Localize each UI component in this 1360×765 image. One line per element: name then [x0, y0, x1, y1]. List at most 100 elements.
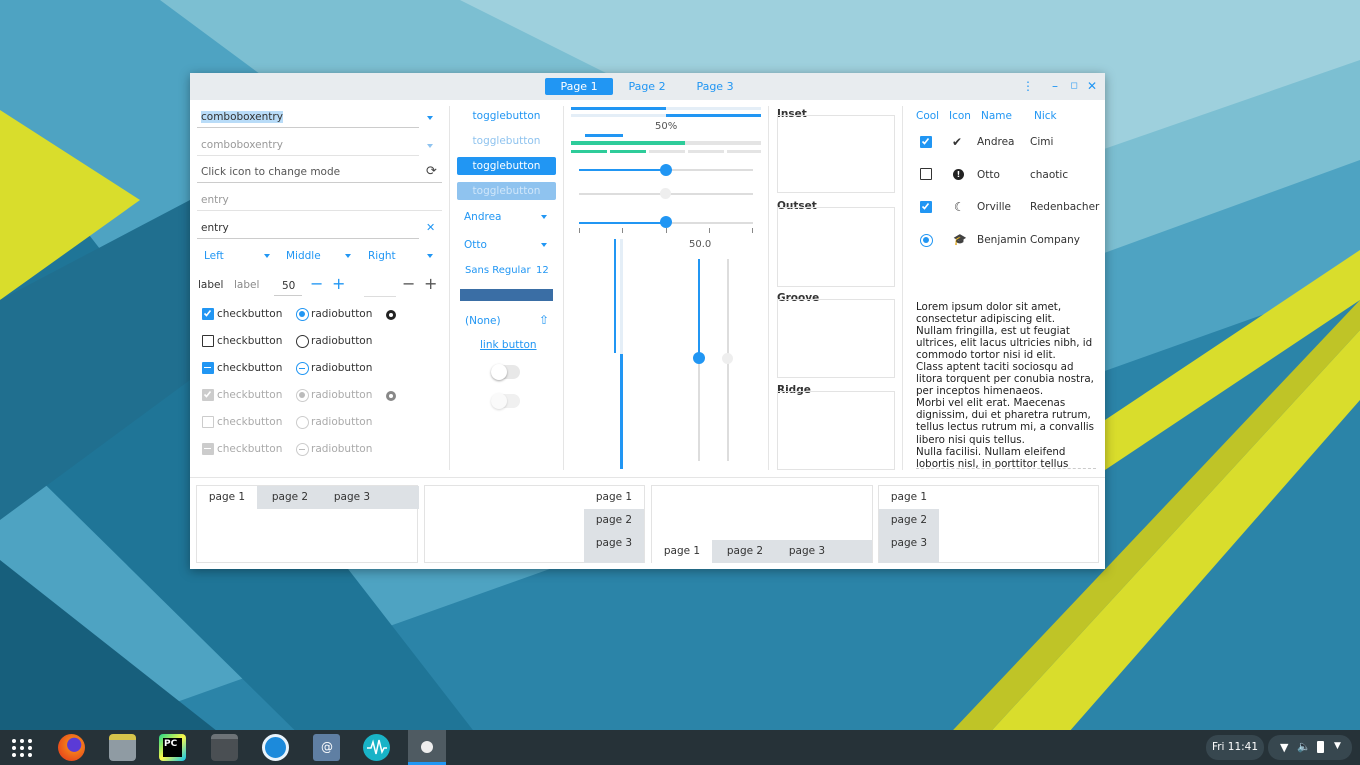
spin-value[interactable]: 50 [274, 276, 302, 296]
entry-placeholder[interactable]: entry [197, 189, 442, 211]
font-button-size[interactable]: 12 [536, 265, 549, 276]
minus-icon[interactable]: − [402, 274, 415, 293]
close-icon[interactable]: ✕ [1084, 78, 1100, 94]
plus-icon[interactable]: + [424, 274, 437, 293]
notebook-tab-page-2[interactable]: page 2 [260, 486, 320, 509]
switch-off[interactable] [491, 364, 520, 380]
clear-icon[interactable]: ✕ [426, 221, 435, 234]
notebook-tab-page-2[interactable]: page 2 [715, 540, 775, 563]
tree-cell-name: Otto [977, 169, 1000, 181]
combobox-entry-2[interactable]: comboboxentry [197, 134, 419, 156]
level-bar [571, 141, 761, 145]
notebook-tab-page-2[interactable]: page 2 [879, 509, 939, 532]
radio-checked[interactable] [296, 308, 309, 321]
combo-middle[interactable]: Middle [286, 250, 321, 262]
chevron-down-icon[interactable] [541, 243, 547, 247]
notebook-tab-page-1[interactable]: page 1 [584, 486, 644, 509]
frame-inset [777, 115, 895, 193]
combobox-entry-1[interactable]: comboboxentry [197, 106, 419, 128]
hscale-marks[interactable] [579, 216, 753, 233]
chevron-down-icon[interactable] [541, 215, 547, 219]
column-header-nick[interactable]: Nick [1034, 110, 1057, 122]
color-button[interactable] [460, 289, 553, 301]
firefox-icon[interactable] [58, 734, 85, 761]
notebook-tab-page-3[interactable]: page 3 [584, 532, 644, 563]
divider [902, 106, 903, 470]
system-tray[interactable]: ▼ 🔈 ▼ [1268, 735, 1352, 760]
notebook-tab-page-1[interactable]: page 1 [652, 540, 712, 563]
font-button-name[interactable]: Sans Regular [465, 265, 531, 276]
combo-otto[interactable]: Otto [464, 239, 487, 251]
text-line: Lorem ipsum dolor sit amet, [916, 301, 1062, 313]
taskbar [0, 730, 1360, 765]
checkbox-label: checkbutton [217, 335, 283, 347]
minimize-icon[interactable]: – [1047, 78, 1063, 94]
upload-icon[interactable]: ⇧ [539, 313, 549, 327]
notebook-tab-page-3[interactable]: page 3 [879, 532, 939, 563]
vertical-dots-icon[interactable]: ⋮ [1020, 78, 1036, 94]
file-chooser[interactable]: (None) [465, 315, 501, 327]
plus-icon[interactable]: + [332, 274, 345, 293]
column-header-cool[interactable]: Cool [916, 110, 939, 122]
link-button[interactable]: link button [480, 339, 537, 351]
maximize-icon[interactable]: ◻ [1066, 78, 1082, 94]
settings-active-app[interactable] [408, 730, 446, 765]
app-grid-icon[interactable] [11, 738, 33, 758]
tree-row-checkbox[interactable] [920, 201, 932, 213]
column-header-icon[interactable]: Icon [949, 110, 971, 122]
mode-entry[interactable]: Click icon to change mode [197, 161, 442, 183]
togglebutton[interactable]: togglebutton [457, 107, 556, 125]
audio-icon[interactable] [363, 734, 390, 761]
checkbox-checked[interactable] [202, 308, 214, 320]
progress-label: 50% [655, 121, 678, 132]
clock[interactable]: Fri 11:41 [1206, 735, 1264, 760]
checkbox-mixed[interactable] [202, 362, 214, 374]
text-line: Class aptent taciti sociosqu ad [916, 361, 1074, 374]
tab-page-2[interactable]: Page 2 [613, 78, 681, 95]
tab-page-3[interactable]: Page 3 [681, 78, 749, 95]
hscale[interactable] [579, 164, 753, 176]
divider [190, 477, 1105, 478]
text-view[interactable]: Lorem ipsum dolor sit amet, consectetur … [916, 301, 1096, 469]
checkbox-label: checkbutton [217, 443, 283, 455]
progress-bar-inverted [571, 114, 761, 117]
checkbox-label: checkbutton [217, 362, 283, 374]
vscale-disabled [722, 259, 733, 461]
chevron-down-icon[interactable] [427, 116, 433, 120]
combo-andrea[interactable]: Andrea [464, 211, 501, 223]
divider [449, 106, 450, 470]
chevron-down-icon[interactable] [264, 254, 270, 258]
mail-icon[interactable]: @ [313, 734, 340, 761]
checkbox-unchecked[interactable] [202, 335, 214, 347]
spin-entry-empty[interactable] [364, 296, 396, 297]
tree-row-checkbox[interactable] [920, 136, 932, 148]
files-icon[interactable] [109, 734, 136, 761]
tree-cell-nick: chaotic [1030, 169, 1069, 181]
vscale[interactable] [693, 259, 705, 461]
minus-icon[interactable]: − [310, 274, 323, 293]
tree-row-checkbox[interactable] [920, 168, 932, 180]
radio-mixed[interactable] [296, 362, 309, 375]
tab-page-1[interactable]: Page 1 [545, 78, 613, 95]
combo-right[interactable]: Right [368, 250, 396, 262]
pycharm-icon[interactable]: PC [159, 734, 186, 761]
entry-field[interactable]: entry [197, 217, 419, 239]
notebook-tab-page-3[interactable]: page 3 [777, 540, 837, 563]
column-header-name[interactable]: Name [981, 110, 1012, 122]
volume-icon: 🔈 [1297, 740, 1311, 753]
timer-icon[interactable] [262, 734, 289, 761]
togglebutton-active[interactable]: togglebutton [457, 157, 556, 175]
notebook-tab-page-1[interactable]: page 1 [197, 486, 257, 509]
chevron-down-icon[interactable] [427, 254, 433, 258]
checkbox-mixed-disabled [202, 443, 214, 455]
terminal-icon[interactable] [211, 734, 238, 761]
chevron-down-icon[interactable] [345, 254, 351, 258]
notebook-tab-page-2[interactable]: page 2 [584, 509, 644, 532]
combo-left[interactable]: Left [204, 250, 224, 262]
chevron-down-icon[interactable] [427, 144, 433, 148]
refresh-icon[interactable]: ⟳ [426, 164, 437, 179]
notebook-tab-page-3[interactable]: page 3 [322, 486, 382, 509]
radio-unchecked[interactable] [296, 335, 309, 348]
tree-row-radio[interactable] [920, 234, 933, 247]
notebook-tab-page-1[interactable]: page 1 [879, 486, 939, 509]
